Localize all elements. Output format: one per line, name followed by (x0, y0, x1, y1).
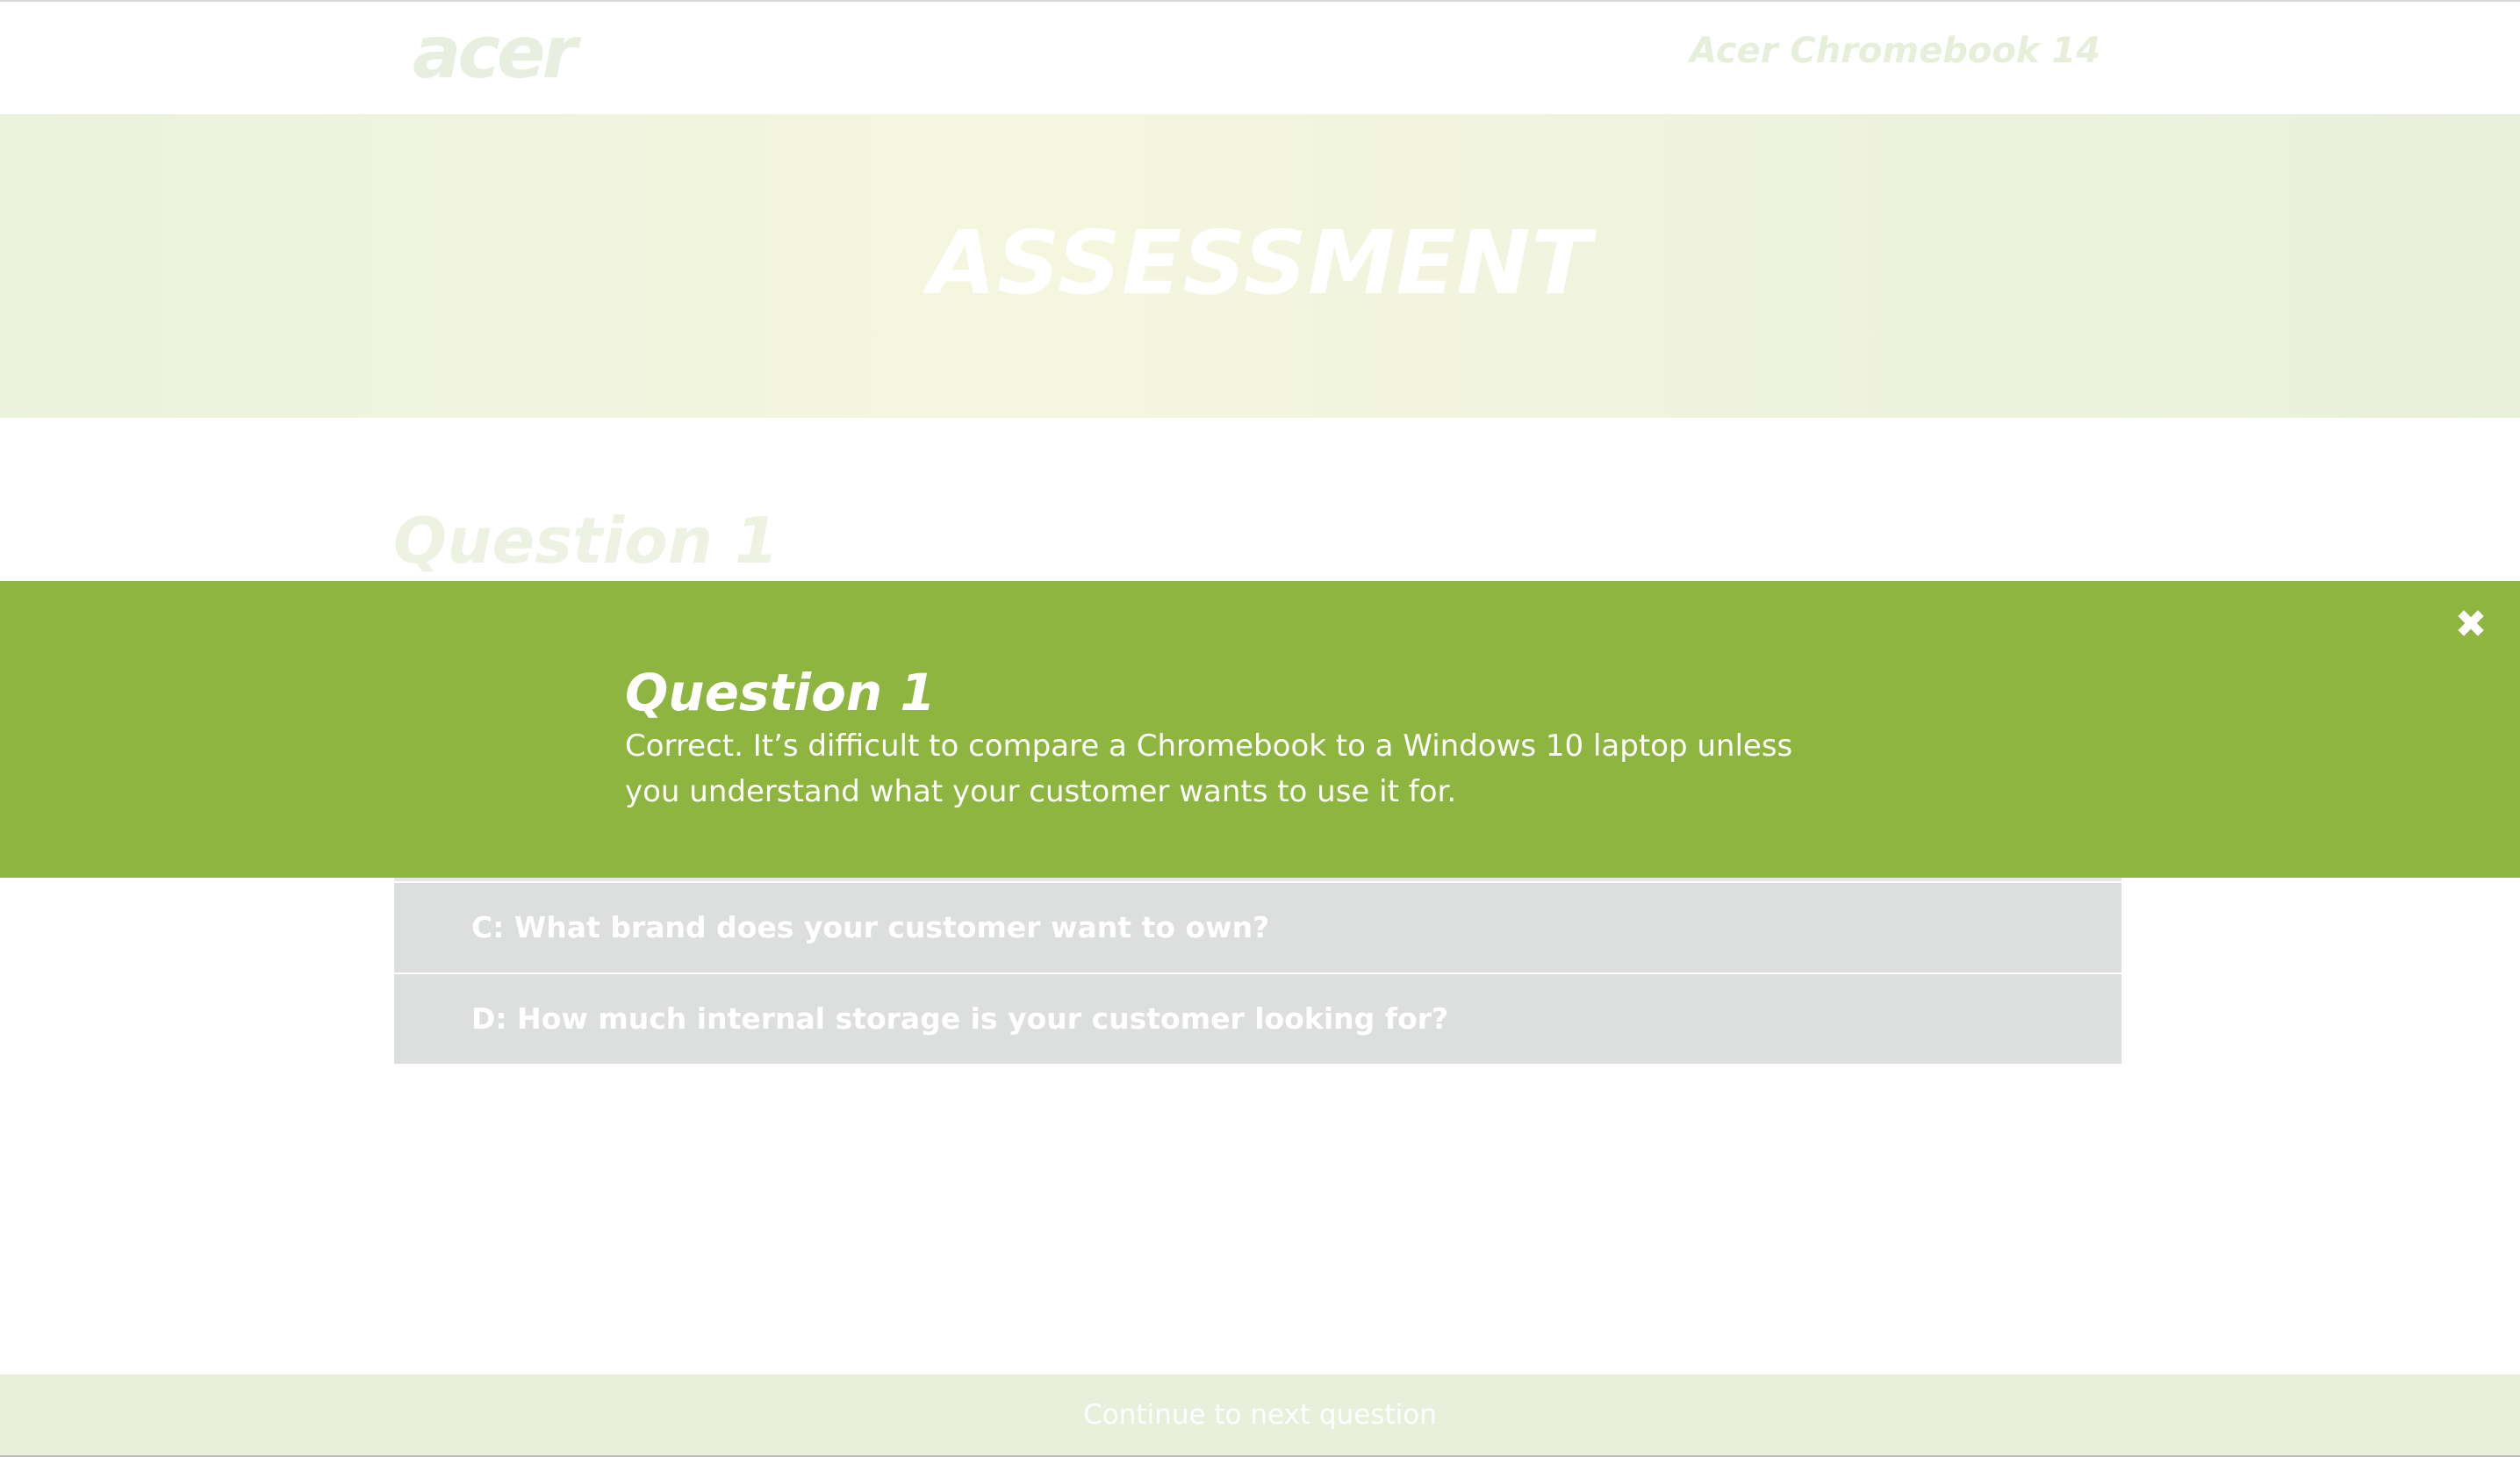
banner-title: ASSESSMENT (928, 212, 1592, 314)
close-icon[interactable]: ✖ (2452, 606, 2490, 644)
answer-option-c[interactable]: C: What brand does your customer want to… (394, 883, 2122, 973)
feedback-title: Question 1 (625, 663, 936, 722)
product-title: Acer Chromebook 14 (1690, 31, 2100, 71)
answer-divider (394, 878, 2122, 881)
acer-logo[interactable]: acer (413, 18, 578, 90)
feedback-panel: ✖ Question 1 Correct. It’s difficult to … (0, 581, 2520, 878)
assessment-banner: ASSESSMENT (0, 114, 2520, 418)
answer-option-d[interactable]: D: How much internal storage is your cus… (394, 974, 2122, 1064)
continue-label: Continue to next question (1083, 1399, 1437, 1431)
site-header: acer Acer Chromebook 14 (0, 2, 2520, 114)
feedback-message: Correct. It’s difficult to compare a Chr… (625, 728, 1793, 809)
continue-button[interactable]: Continue to next question (0, 1374, 2520, 1455)
question-heading: Question 1 (393, 504, 779, 578)
